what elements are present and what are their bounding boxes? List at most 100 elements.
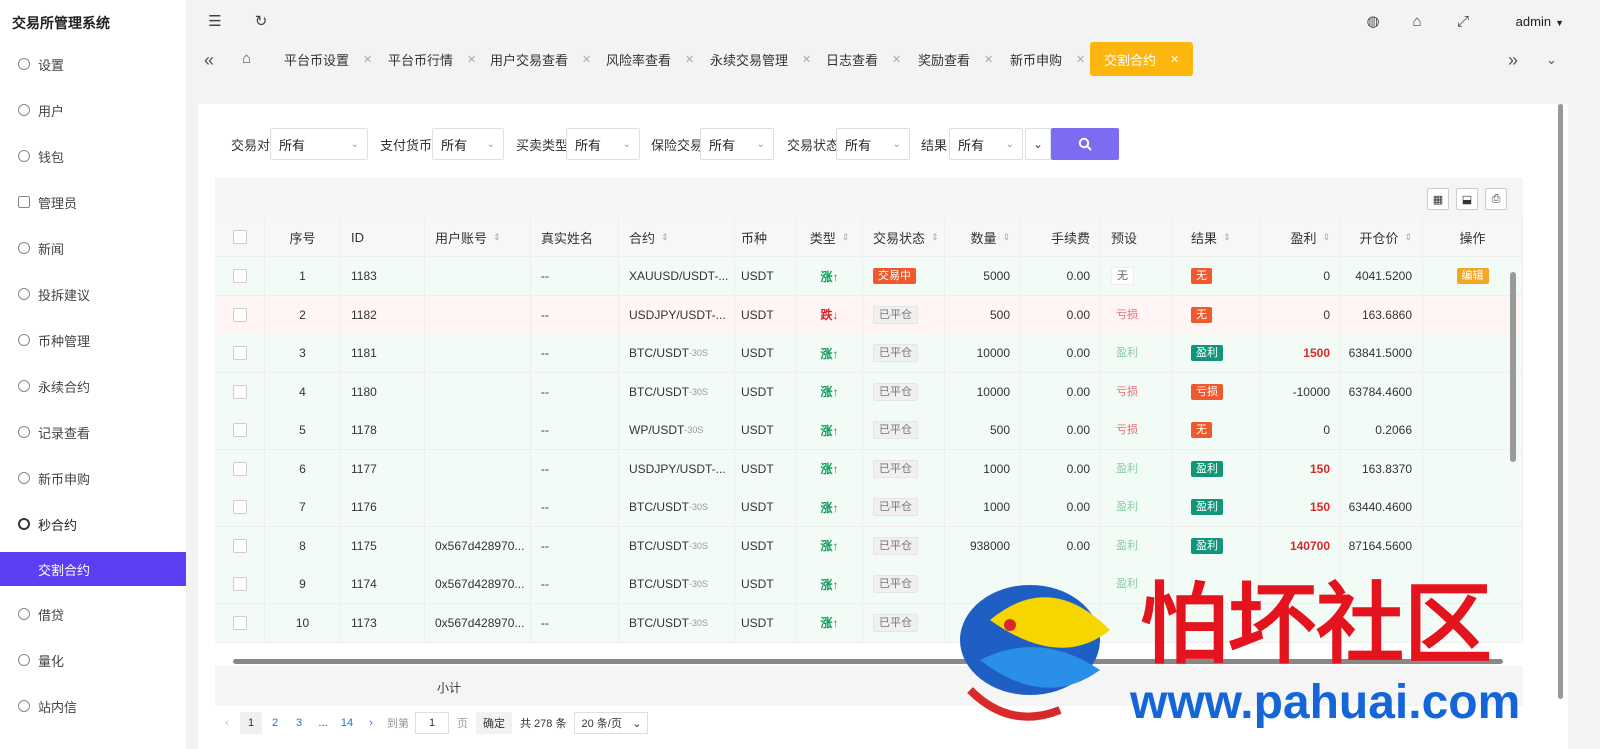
page-size-select[interactable]: 20 条/页 ⌄ bbox=[574, 712, 649, 734]
close-icon[interactable]: ✕ bbox=[467, 53, 476, 66]
tab-4[interactable]: 永续交易管理 ✕ bbox=[710, 42, 811, 76]
table-row[interactable]: 1 1183 -- XAUUSD/USDT-... USDT 涨↑ 交易中 5000 0.00 无… bbox=[215, 257, 1523, 296]
tab-7[interactable]: 新币申购 ✕ bbox=[1010, 42, 1085, 76]
sort-icon[interactable]: ⇕ bbox=[1322, 232, 1330, 243]
row-checkbox[interactable] bbox=[232, 615, 247, 630]
table-vertical-scrollbar[interactable] bbox=[1510, 272, 1516, 462]
table-row[interactable]: 8 1175 0x567d428970... -- BTC/USDT -30S USDT 涨↑… bbox=[215, 526, 1523, 566]
sidebar-item-12[interactable]: 借贷 bbox=[0, 596, 186, 632]
page-number[interactable]: ... bbox=[312, 712, 334, 734]
close-icon[interactable]: ✕ bbox=[1170, 53, 1179, 66]
palette-icon[interactable]: ◍ bbox=[1364, 12, 1382, 30]
tag-icon[interactable]: ⌂ bbox=[1408, 12, 1426, 30]
page-number[interactable]: 1 bbox=[240, 712, 262, 734]
sidebar-item-9[interactable]: 新币申购 bbox=[0, 460, 186, 496]
row-checkbox[interactable] bbox=[232, 384, 247, 399]
sort-icon[interactable]: ⇕ bbox=[493, 232, 501, 243]
column-header[interactable]: 结果 ⇕ bbox=[1181, 218, 1261, 256]
fullscreen-icon[interactable]: ⤢ bbox=[1454, 12, 1472, 30]
next-page-icon[interactable]: › bbox=[360, 712, 382, 734]
expand-filters-button[interactable]: ⌄ bbox=[1025, 128, 1051, 160]
page-number[interactable]: 3 bbox=[288, 712, 310, 734]
row-checkbox[interactable] bbox=[232, 269, 247, 283]
sort-icon[interactable]: ⇕ bbox=[1404, 232, 1412, 243]
sort-icon[interactable]: ⇕ bbox=[931, 232, 939, 243]
refresh-icon[interactable]: ↻ bbox=[252, 12, 270, 30]
table-row[interactable]: 3 1181 -- BTC/USDT -30S USDT 涨↑ 已平仓 10000 0.00 盈利 盈… bbox=[215, 334, 1523, 373]
column-header[interactable]: 合约 ⇕ bbox=[619, 218, 735, 256]
sidebar-item-1[interactable]: 用户 bbox=[0, 92, 186, 128]
close-icon[interactable]: ✕ bbox=[582, 53, 591, 66]
sidebar-item-7[interactable]: 永续合约 bbox=[0, 368, 186, 404]
tab-5[interactable]: 日志查看 ✕ bbox=[826, 42, 901, 76]
row-checkbox[interactable] bbox=[232, 307, 247, 322]
row-checkbox[interactable] bbox=[232, 461, 247, 476]
row-checkbox[interactable] bbox=[232, 577, 247, 591]
filter-select[interactable]: 所有 ⌄ bbox=[949, 128, 1023, 160]
sort-icon[interactable]: ⇕ bbox=[1002, 232, 1010, 243]
table-row[interactable]: 9 1174 0x567d428970... -- BTC/USDT -30S USDT 涨↑… bbox=[215, 565, 1523, 604]
sort-icon[interactable]: ⇕ bbox=[1223, 232, 1231, 243]
sidebar-item-6[interactable]: 币种管理 bbox=[0, 322, 186, 358]
row-checkbox[interactable] bbox=[232, 500, 247, 514]
close-icon[interactable]: ✕ bbox=[685, 53, 694, 66]
column-header[interactable]: 数量 ⇕ bbox=[945, 218, 1021, 256]
sidebar-item-13[interactable]: 量化 bbox=[0, 642, 186, 678]
filter-select[interactable]: 所有 ⌄ bbox=[270, 128, 368, 160]
filter-select[interactable]: 所有 ⌄ bbox=[432, 128, 504, 160]
sidebar-item-10[interactable]: 秒合约 bbox=[0, 506, 186, 542]
tab-3[interactable]: 风险率查看 ✕ bbox=[606, 42, 694, 76]
close-icon[interactable]: ✕ bbox=[984, 53, 993, 66]
close-icon[interactable]: ✕ bbox=[802, 53, 811, 66]
row-checkbox[interactable] bbox=[232, 538, 247, 553]
filter-select[interactable]: 所有 ⌄ bbox=[566, 128, 640, 160]
select-all-checkbox[interactable] bbox=[232, 230, 247, 244]
table-row[interactable]: 6 1177 -- USDJPY/USDT-... USDT 涨↑ 已平仓 1000 0.00 盈… bbox=[215, 449, 1523, 489]
sort-icon[interactable]: ⇕ bbox=[842, 232, 850, 243]
sidebar-item-2[interactable]: 钱包 bbox=[0, 138, 186, 174]
column-header[interactable]: 类型 ⇕ bbox=[797, 218, 863, 256]
close-icon[interactable]: ✕ bbox=[1076, 53, 1085, 66]
prev-page-icon[interactable]: ‹ bbox=[216, 712, 238, 734]
tab-2[interactable]: 用户交易查看 ✕ bbox=[490, 42, 591, 76]
user-menu[interactable]: admin ▼ bbox=[1516, 14, 1564, 29]
table-row[interactable]: 5 1178 -- WP/USDT -30S USDT 涨↑ 已平仓 500 0.00 亏损 无 0 0.… bbox=[215, 411, 1523, 450]
sidebar-item-3[interactable]: 管理员 bbox=[0, 184, 186, 220]
tabs-dropdown-icon[interactable]: ⌄ bbox=[1546, 52, 1557, 68]
row-checkbox[interactable] bbox=[232, 423, 247, 437]
tab-8[interactable]: 交割合约 ✕ bbox=[1090, 42, 1194, 76]
column-header[interactable]: 交易状态 ⇕ bbox=[863, 218, 945, 256]
table-row[interactable]: 10 1173 0x567d428970... -- BTC/USDT -30S USDT 涨… bbox=[215, 603, 1523, 643]
sidebar-item-5[interactable]: 投拆建议 bbox=[0, 276, 186, 312]
tab-0[interactable]: 平台币设置 ✕ bbox=[284, 42, 372, 76]
goto-page-input[interactable]: 1 bbox=[415, 712, 449, 734]
tab-6[interactable]: 奖励查看 ✕ bbox=[918, 42, 993, 76]
search-button[interactable] bbox=[1051, 128, 1119, 160]
page-number[interactable]: 14 bbox=[336, 712, 358, 734]
filter-select[interactable]: 所有 ⌄ bbox=[836, 128, 910, 160]
column-header[interactable]: 盈利 ⇕ bbox=[1261, 218, 1341, 256]
sidebar-item-4[interactable]: 新闻 bbox=[0, 230, 186, 266]
scroll-left-icon[interactable]: « bbox=[204, 50, 214, 71]
column-header[interactable]: 开仓价 ⇕ bbox=[1341, 218, 1423, 256]
table-row[interactable]: 7 1176 -- BTC/USDT -30S USDT 涨↑ 已平仓 1000 0.00 盈利 盈利… bbox=[215, 488, 1523, 527]
collapse-menu-icon[interactable]: ☰ bbox=[206, 12, 224, 30]
row-checkbox[interactable] bbox=[232, 346, 247, 360]
columns-icon[interactable]: ▦ bbox=[1427, 188, 1449, 210]
sidebar-item-14[interactable]: 站内信 bbox=[0, 688, 186, 724]
page-vertical-scrollbar[interactable] bbox=[1557, 104, 1565, 724]
table-horizontal-scrollbar[interactable] bbox=[215, 656, 1523, 666]
table-row[interactable]: 4 1180 -- BTC/USDT -30S USDT 涨↑ 已平仓 10000 0.00 亏损 亏… bbox=[215, 372, 1523, 412]
edit-button[interactable]: 编辑 bbox=[1456, 268, 1489, 284]
confirm-button[interactable]: 确定 bbox=[476, 712, 512, 734]
close-icon[interactable]: ✕ bbox=[363, 53, 372, 66]
sidebar-item-0[interactable]: 设置 bbox=[0, 46, 186, 82]
print-icon[interactable]: ⎙ bbox=[1485, 188, 1507, 210]
column-header[interactable]: 用户账号 ⇕ bbox=[425, 218, 531, 256]
sort-icon[interactable]: ⇕ bbox=[661, 232, 669, 243]
tab-1[interactable]: 平台币行情 ✕ bbox=[388, 42, 476, 76]
scroll-right-icon[interactable]: » bbox=[1508, 50, 1518, 71]
filter-select[interactable]: 所有 ⌄ bbox=[700, 128, 774, 160]
page-number[interactable]: 2 bbox=[264, 712, 286, 734]
sidebar-item-11[interactable]: 交割合约 bbox=[0, 552, 186, 586]
